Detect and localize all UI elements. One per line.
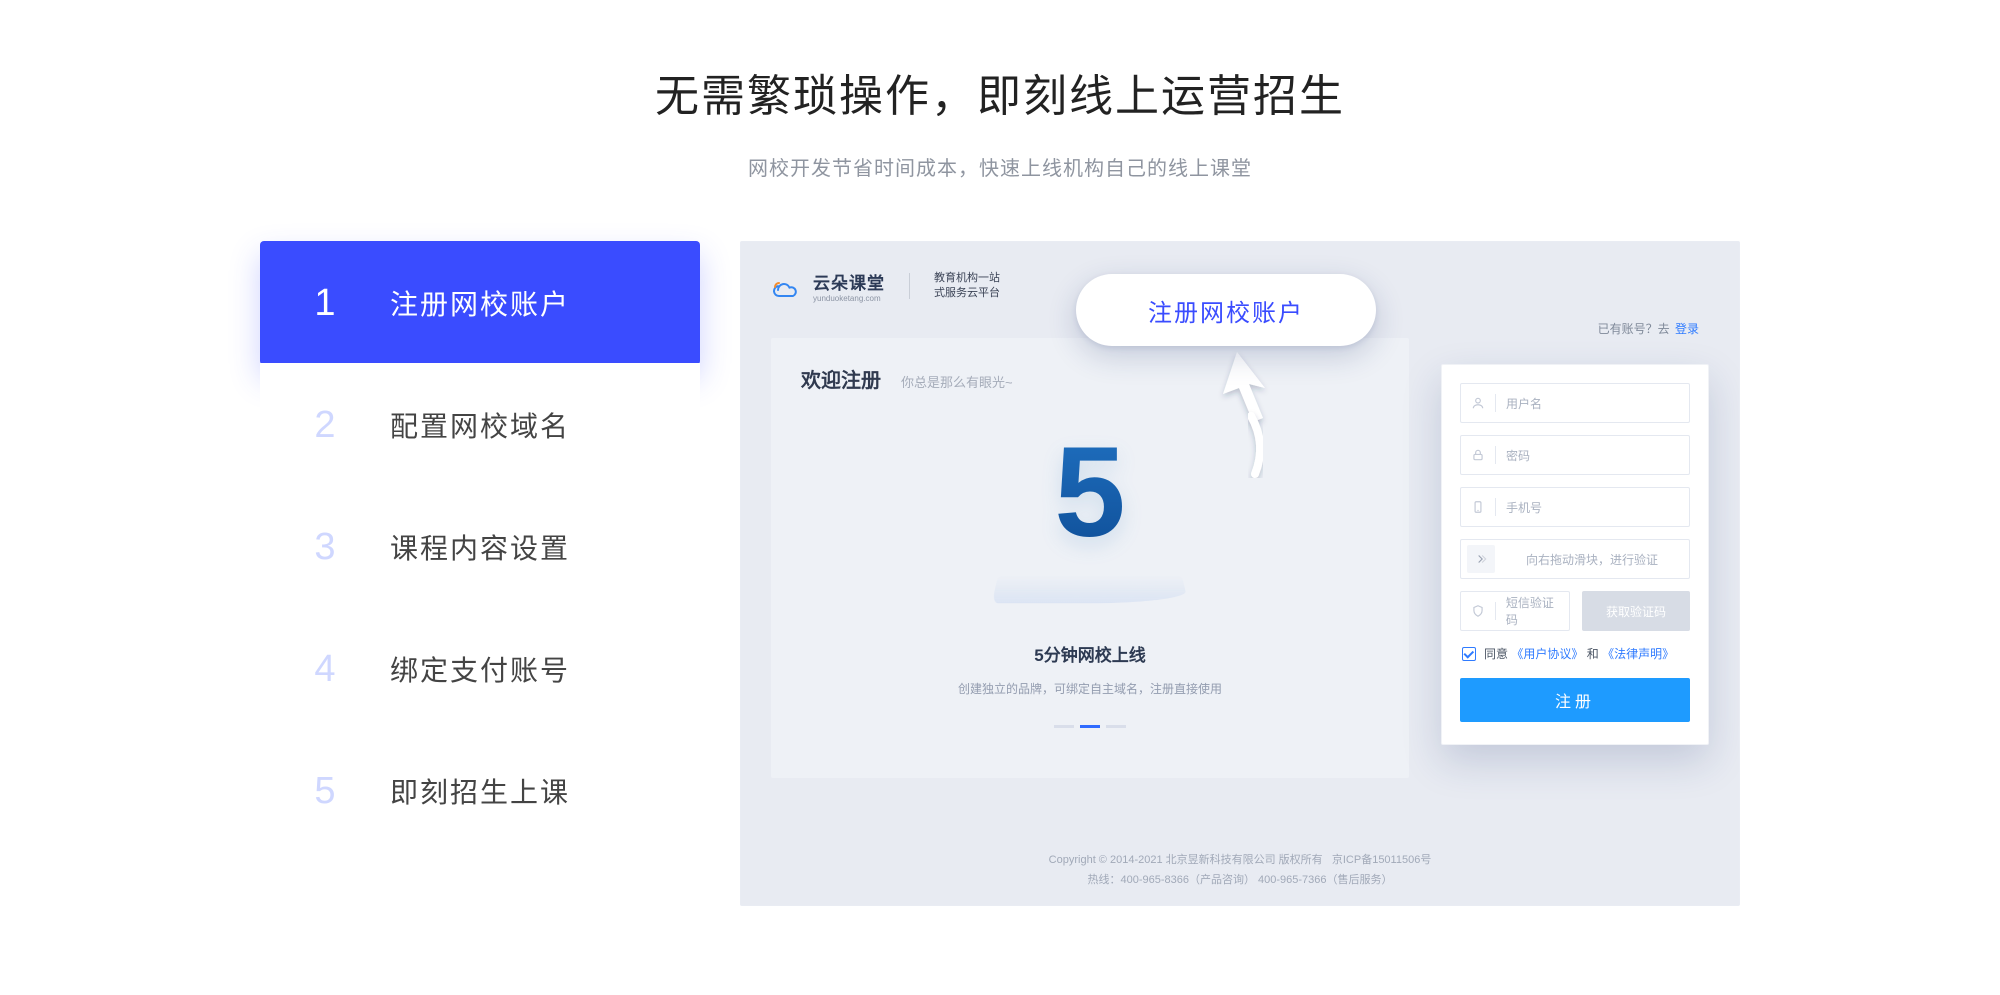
password-field[interactable]: 密码: [1460, 435, 1690, 475]
mock-welcome-title: 欢迎注册: [801, 364, 881, 393]
landing-step-section: 无需繁琐操作，即刻线上运营招生 网校开发节省时间成本，快速上线机构自己的线上课堂…: [0, 0, 2000, 906]
preview-column: 云朵课堂 yunduoketang.com 教育机构一站 式服务云平台: [740, 241, 1740, 906]
lock-icon: [1471, 448, 1485, 462]
step-item-2-domain[interactable]: 2 配置网校域名: [260, 363, 700, 487]
mock-welcome-row: 欢迎注册 你总是那么有眼光~: [801, 364, 1379, 393]
step-label: 课程内容设置: [390, 527, 570, 567]
step-number: 3: [260, 526, 390, 569]
username-field[interactable]: 用户名: [1460, 383, 1690, 423]
number-five-icon: 5: [1054, 429, 1125, 557]
step-number: 2: [260, 404, 390, 447]
shield-icon: [1471, 604, 1485, 618]
mock-signup-column: 已有账号？去 登录 用户名: [1441, 338, 1709, 778]
step-label: 注册网校账户: [390, 283, 570, 323]
register-preview-screenshot: 云朵课堂 yunduoketang.com 教育机构一站 式服务云平台: [740, 241, 1740, 906]
get-sms-code-button[interactable]: 获取验证码: [1582, 591, 1690, 631]
phone-icon: [1471, 500, 1485, 514]
existing-account-hint: 已有账号？去 登录: [1598, 320, 1699, 337]
phone-field[interactable]: 手机号: [1460, 487, 1690, 527]
step-item-5-launch[interactable]: 5 即刻招生上课: [260, 729, 700, 853]
content-row: 1 注册网校账户 2 配置网校域名 3 课程内容设置 4 绑定支付账号 5 即刻…: [260, 241, 1740, 906]
mock-tagline: 教育机构一站 式服务云平台: [934, 271, 1000, 301]
step-item-1-register[interactable]: 1 注册网校账户: [260, 241, 700, 365]
mock-illus-sub: 创建独立的品牌，可绑定自主域名，注册直接使用: [958, 680, 1222, 697]
step-list: 1 注册网校账户 2 配置网校域名 3 课程内容设置 4 绑定支付账号 5 即刻…: [260, 241, 700, 853]
field-placeholder: 短信验证码: [1506, 594, 1559, 628]
pointer-arrow-icon: [1209, 348, 1279, 478]
carousel-dots: [1054, 725, 1126, 728]
sms-code-field[interactable]: 短信验证码: [1460, 591, 1570, 631]
step-number: 4: [260, 648, 390, 691]
slider-handle-icon[interactable]: [1467, 545, 1495, 573]
header-divider: [909, 273, 910, 299]
agree-text: 同意 《用户协议》 和 《法律声明》: [1484, 645, 1674, 662]
icp-link[interactable]: 京ICP备15011506号: [1332, 854, 1431, 866]
field-placeholder: 向右拖动滑块，进行验证: [1505, 551, 1679, 568]
step-tooltip-bubble: 注册网校账户: [1076, 274, 1376, 346]
platform-shadow-icon: [992, 576, 1188, 604]
mock-brand-domain: yunduoketang.com: [813, 294, 885, 303]
step-label: 绑定支付账号: [390, 649, 570, 689]
step-number: 1: [260, 282, 390, 325]
agree-row: 同意 《用户协议》 和 《法律声明》: [1460, 645, 1690, 662]
user-icon: [1471, 396, 1485, 410]
field-placeholder: 用户名: [1506, 395, 1542, 412]
carousel-dot-active[interactable]: [1080, 725, 1100, 728]
mock-brand-name: 云朵课堂 yunduoketang.com: [813, 269, 885, 303]
agree-checkbox[interactable]: [1462, 647, 1476, 661]
mock-hero-panel: 欢迎注册 你总是那么有眼光~ 5 5分钟网校上线 创建独立的品牌，可绑定自主域名…: [771, 338, 1409, 778]
sms-row: 短信验证码 获取验证码: [1460, 591, 1690, 631]
register-button[interactable]: 注册: [1460, 678, 1690, 722]
step-label: 配置网校域名: [390, 405, 570, 445]
mock-footer: Copyright © 2014-2021 北京昱新科技有限公司 版权所有 京I…: [741, 851, 1739, 891]
step-number: 5: [260, 770, 390, 813]
step-item-4-payment[interactable]: 4 绑定支付账号: [260, 607, 700, 731]
step-label: 即刻招生上课: [390, 771, 570, 811]
carousel-dot[interactable]: [1054, 725, 1074, 728]
mock-illus-title: 5分钟网校上线: [1034, 641, 1145, 666]
carousel-dot[interactable]: [1106, 725, 1126, 728]
mock-illustration: 5 5分钟网校上线 创建独立的品牌，可绑定自主域名，注册直接使用: [801, 429, 1379, 728]
page-subtitle: 网校开发节省时间成本，快速上线机构自己的线上课堂: [0, 152, 2000, 181]
slider-captcha-field[interactable]: 向右拖动滑块，进行验证: [1460, 539, 1690, 579]
login-link[interactable]: 登录: [1675, 322, 1699, 336]
signup-card: 用户名 密码: [1441, 364, 1709, 745]
legal-statement-link[interactable]: 《法律声明》: [1602, 647, 1674, 661]
step-item-3-courses[interactable]: 3 课程内容设置: [260, 485, 700, 609]
mock-welcome-slogan: 你总是那么有眼光~: [901, 372, 1013, 391]
field-placeholder: 密码: [1506, 447, 1530, 464]
page-title: 无需繁琐操作，即刻线上运营招生: [0, 60, 2000, 124]
field-placeholder: 手机号: [1506, 499, 1542, 516]
cloud-logo-icon: [771, 275, 799, 297]
user-agreement-link[interactable]: 《用户协议》: [1511, 647, 1583, 661]
